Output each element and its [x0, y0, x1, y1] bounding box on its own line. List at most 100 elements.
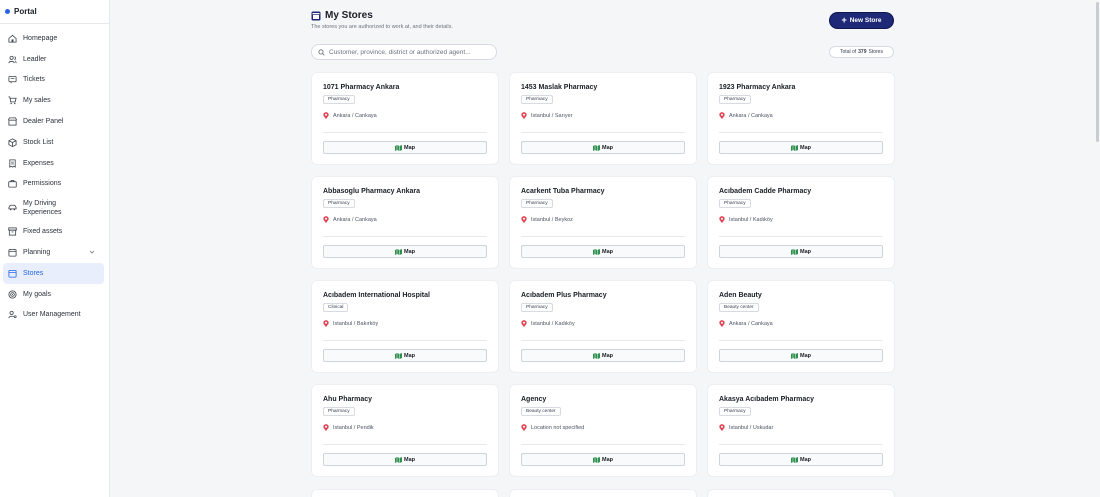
- sidebar-item-leadler[interactable]: Leadler: [0, 49, 109, 70]
- box-icon: [8, 138, 17, 147]
- users-icon: [8, 55, 17, 64]
- location-pin-icon: [323, 112, 329, 119]
- sidebar-item-stock-list[interactable]: Stock List: [0, 132, 109, 153]
- brand[interactable]: Portal: [0, 0, 109, 24]
- map-button-label: Map: [800, 248, 811, 255]
- sidebar-item-homepage[interactable]: Homepage: [0, 28, 109, 49]
- card-divider: [521, 132, 685, 133]
- sidebar-item-permissions[interactable]: Permissions: [0, 174, 109, 195]
- search-box[interactable]: [311, 44, 497, 60]
- store-location: Istanbul / Uskudar: [719, 424, 773, 431]
- sidebar-item-my-sales[interactable]: My sales: [0, 90, 109, 111]
- store-location-text: Istanbul / Beykoz: [531, 216, 573, 223]
- map-icon: [593, 456, 600, 463]
- map-button-label: Map: [602, 248, 613, 255]
- location-pin-icon: [719, 112, 725, 119]
- sidebar-item-user-management[interactable]: User Management: [0, 305, 109, 326]
- location-pin-icon: [323, 424, 329, 431]
- new-store-button[interactable]: + New Store: [829, 12, 894, 29]
- sidebar-item-expenses[interactable]: Expenses: [0, 153, 109, 174]
- sidebar: Portal Homepage Leadler Tickets My sales Dea…: [0, 0, 110, 497]
- sidebar-item-label: Expenses: [23, 159, 54, 167]
- sidebar-item-tickets[interactable]: Tickets: [0, 70, 109, 91]
- sidebar-item-fixed-assets[interactable]: Fixed assets: [0, 221, 109, 242]
- store-card[interactable]: 1453 Maslak Pharmacy Pharmacy Istanbul / S…: [509, 72, 697, 165]
- store-name: Ahu Pharmacy: [323, 396, 373, 403]
- store-name: 1071 Pharmacy Ankara: [323, 84, 400, 91]
- cart-icon: [8, 96, 17, 105]
- map-button[interactable]: Map: [719, 349, 883, 362]
- store-card[interactable]: 1071 Pharmacy Ankara Pharmacy Ankara / Can…: [311, 72, 499, 165]
- store-card[interactable]: Ahu Pharmacy Pharmacy Istanbul / Pendik Map: [311, 384, 499, 477]
- sidebar-item-label: My sales: [23, 97, 51, 105]
- map-button[interactable]: Map: [521, 141, 685, 154]
- sidebar-item-label: My goals: [23, 290, 52, 298]
- car-icon: [8, 203, 17, 212]
- store-name: Acıbadem International Hospital: [323, 292, 430, 299]
- map-button[interactable]: Map: [521, 245, 685, 258]
- store-location-text: Ankara / Cankaya: [333, 216, 377, 223]
- store-type-badge: Pharmacy: [521, 199, 553, 208]
- sidebar-item-planning[interactable]: Planning: [0, 242, 109, 263]
- scrollbar[interactable]: [1096, 2, 1099, 142]
- sidebar-item-dealer-panel[interactable]: Dealer Panel: [0, 111, 109, 132]
- map-button-label: Map: [404, 352, 415, 359]
- total-suffix: Stores: [868, 49, 883, 55]
- card-divider: [521, 340, 685, 341]
- store-location-text: Istanbul / Kadıköy: [729, 216, 773, 223]
- sidebar-nav: Homepage Leadler Tickets My sales Dealer Pan…: [0, 24, 109, 325]
- store-card[interactable]: Acarkent Tuba Pharmacy Pharmacy Istanbul /…: [509, 176, 697, 269]
- map-button[interactable]: Map: [323, 453, 487, 466]
- store-card[interactable]: Agency Beauty center Location not specifie…: [509, 384, 697, 477]
- map-button[interactable]: Map: [719, 453, 883, 466]
- total-prefix: Total of: [840, 49, 857, 55]
- store-type-badge: Beauty center: [719, 303, 759, 312]
- store-card[interactable]: Akasya Acıbadem Pharmacy Pharmacy Istanbul…: [707, 384, 895, 477]
- store-card[interactable]: Acıbadem Cadde Pharmacy Pharmacy Istanbul …: [707, 176, 895, 269]
- shop-icon: [8, 269, 17, 278]
- map-icon: [593, 352, 600, 359]
- brand-logo-dot: [5, 9, 10, 14]
- store-location-text: Istanbul / Uskudar: [729, 424, 774, 431]
- store-name: Agency: [521, 396, 547, 403]
- store-card[interactable]: 1923 Pharmacy Ankara Pharmacy Ankara / Can…: [707, 72, 895, 165]
- location-pin-icon: [323, 216, 329, 223]
- sidebar-item-my-driving-experiences[interactable]: My Driving Experiences: [0, 194, 109, 221]
- store-type-badge: Beauty center: [521, 407, 561, 416]
- location-pin-icon: [719, 320, 725, 327]
- store-name: 1923 Pharmacy Ankara: [719, 84, 796, 91]
- store-card[interactable]: Aden Beauty Beauty center Ankara / Cankaya…: [707, 280, 895, 373]
- map-button-label: Map: [800, 456, 811, 463]
- sidebar-item-label: Tickets: [23, 76, 45, 84]
- sidebar-item-stores[interactable]: Stores: [3, 262, 104, 284]
- map-button[interactable]: Map: [323, 349, 487, 362]
- search-input[interactable]: [329, 48, 489, 56]
- map-button[interactable]: Map: [521, 349, 685, 362]
- store-type-badge: Pharmacy: [719, 407, 751, 416]
- store-location-text: Istanbul / Pendik: [333, 424, 374, 431]
- store-card-partial: [311, 489, 499, 497]
- card-divider: [719, 340, 883, 341]
- card-divider: [719, 444, 883, 445]
- map-button[interactable]: Map: [323, 245, 487, 258]
- map-button[interactable]: Map: [719, 245, 883, 258]
- map-button[interactable]: Map: [323, 141, 487, 154]
- store-location-text: Istanbul / Sarıyer: [531, 112, 573, 119]
- card-divider: [521, 444, 685, 445]
- sidebar-item-my-goals[interactable]: My goals: [0, 284, 109, 305]
- store-card[interactable]: Acıbadem International Hospital Clinical I…: [311, 280, 499, 373]
- map-button[interactable]: Map: [719, 141, 883, 154]
- store-location: Istanbul / Pendik: [323, 424, 374, 431]
- map-button[interactable]: Map: [521, 453, 685, 466]
- map-button-label: Map: [800, 144, 811, 151]
- sidebar-item-label: Planning: [23, 249, 51, 257]
- store-type-badge: Pharmacy: [719, 95, 751, 104]
- store-location-text: Ankara / Cankaya: [333, 112, 377, 119]
- store-location: Istanbul / Beykoz: [521, 216, 573, 223]
- chevron-down-icon[interactable]: [89, 249, 95, 255]
- store-name: 1453 Maslak Pharmacy: [521, 84, 598, 91]
- store-card[interactable]: Abbasoglu Pharmacy Ankara Pharmacy Ankara …: [311, 176, 499, 269]
- card-divider: [719, 132, 883, 133]
- store-location: Istanbul / Bakırköy: [323, 320, 378, 327]
- store-card[interactable]: Acıbadem Plus Pharmacy Pharmacy Istanbul /…: [509, 280, 697, 373]
